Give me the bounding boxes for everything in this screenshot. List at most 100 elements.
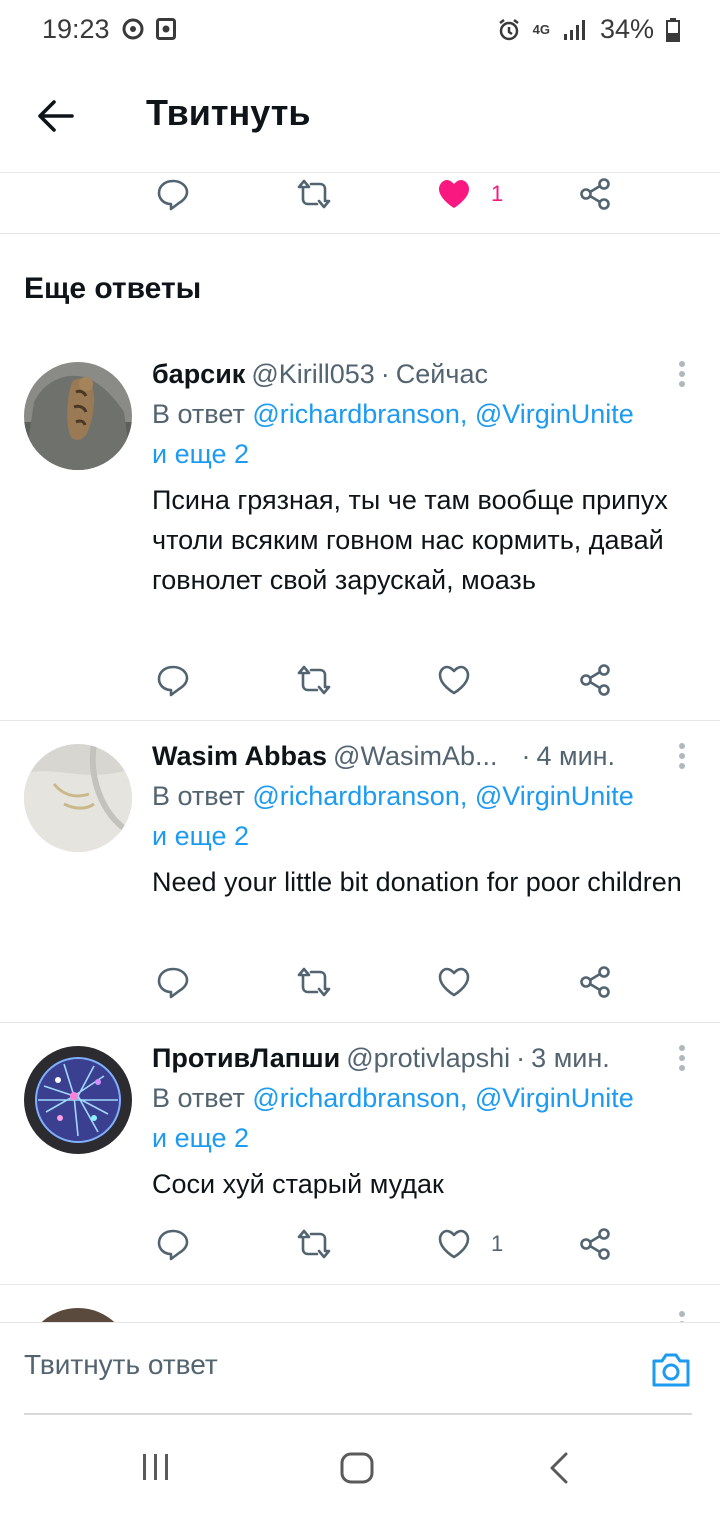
reply-time: 4 мин. [536, 741, 616, 771]
author-name[interactable]: ПротивЛапши [152, 1043, 340, 1073]
replying-to: В ответ @richardbranson, @VirginUnite и е… [152, 1078, 686, 1158]
camera-icon[interactable] [650, 1351, 692, 1389]
avatar[interactable] [24, 744, 132, 852]
separator-dot: · [516, 1043, 526, 1073]
replying-to-prefix: В ответ [152, 399, 253, 429]
signal-icon [563, 19, 585, 40]
more-options-icon[interactable] [678, 1044, 686, 1072]
mention-link[interactable]: @richardbranson, @VirginUnite [252, 781, 634, 811]
reply-button[interactable] [156, 656, 190, 704]
input-underline [24, 1413, 692, 1415]
reply-item[interactable]: Wasim Abbas @WasimAb... · 4 мин. В ответ @r… [0, 734, 720, 1022]
mention-link[interactable]: @richardbranson, @VirginUnite [252, 399, 634, 429]
reply-actions [0, 656, 720, 704]
avatar[interactable] [24, 1046, 132, 1154]
like-button[interactable]: 1 [437, 1220, 503, 1268]
retweet-button[interactable] [296, 656, 332, 704]
status-time: 19:23 [42, 14, 110, 44]
more-mentions-link[interactable]: и еще 2 [152, 439, 249, 469]
like-button[interactable]: 1 [437, 170, 503, 218]
back-arrow-icon[interactable] [34, 94, 78, 138]
reply-text: Need your little bit donation for poor c… [152, 867, 682, 897]
replying-to: В ответ @richardbranson, @VirginUnite и е… [152, 394, 686, 474]
divider [0, 720, 720, 721]
like-button[interactable] [437, 958, 491, 1006]
retweet-button[interactable] [296, 958, 332, 1006]
reply-actions: 1 [0, 1220, 720, 1268]
separator-dot: · [380, 359, 390, 389]
avatar[interactable] [24, 362, 132, 470]
photo-icon [156, 18, 176, 40]
reply-icon [157, 967, 189, 999]
more-options-icon[interactable] [678, 1310, 686, 1322]
retweet-icon [297, 665, 331, 695]
recent-apps-icon[interactable] [140, 1452, 172, 1482]
fabric-avatar-image [24, 744, 132, 852]
battery-icon [666, 17, 680, 42]
reply-time: Сейчас [395, 359, 488, 389]
retweet-button[interactable] [296, 1220, 332, 1268]
page-title: Твитнуть [146, 92, 311, 133]
heart-icon [438, 665, 470, 695]
more-mentions-link[interactable]: и еще 2 [152, 1123, 249, 1153]
share-icon [580, 966, 610, 998]
share-button[interactable] [578, 1220, 612, 1268]
reply-button[interactable] [156, 170, 190, 218]
share-button[interactable] [578, 170, 612, 218]
reply-icon [157, 665, 189, 697]
like-button[interactable] [437, 656, 491, 704]
more-options-icon[interactable] [678, 742, 686, 770]
like-count: 1 [491, 181, 504, 206]
author-name[interactable]: барсик [152, 359, 245, 389]
divider [0, 233, 720, 234]
reply-icon [157, 179, 189, 211]
mention-link[interactable]: @richardbranson, @VirginUnite [252, 1083, 634, 1113]
home-icon[interactable] [340, 1452, 374, 1484]
reply-item[interactable]: барсик @Kirill053 · Сейчас В ответ @richard… [0, 352, 720, 720]
reply-button[interactable] [156, 1220, 190, 1268]
reply-icon [157, 1229, 189, 1261]
alarm-icon [498, 18, 519, 40]
sphere-avatar-image [24, 1046, 132, 1154]
cat-avatar-image [24, 362, 132, 470]
author-name[interactable]: Wasim Abbas [152, 741, 327, 771]
tweet-actions: 1 [0, 170, 720, 218]
reply-input[interactable]: Твитнуть ответ [24, 1349, 218, 1381]
share-button[interactable] [578, 656, 612, 704]
heart-icon [438, 1229, 470, 1259]
partial-reply-item[interactable] [0, 1298, 720, 1322]
status-right: 4G 34% [497, 14, 680, 45]
reply-actions [0, 958, 720, 1006]
avatar[interactable] [24, 1308, 132, 1322]
replying-to-prefix: В ответ [152, 781, 253, 811]
share-icon [580, 1228, 610, 1260]
more-mentions-link[interactable]: и еще 2 [152, 821, 249, 851]
author-handle[interactable]: @protivlapshi [346, 1043, 510, 1073]
reply-text: Соси хуй старый мудак [152, 1169, 444, 1199]
section-title: Еще ответы [24, 272, 202, 305]
mask-icon [122, 18, 144, 40]
author-handle[interactable]: @WasimAb... [333, 741, 497, 771]
retweet-icon [297, 967, 331, 997]
share-button[interactable] [578, 958, 612, 1006]
author-handle[interactable]: @Kirill053 [251, 359, 374, 389]
reply-header: Wasim Abbas @WasimAb... · 4 мин. [152, 738, 686, 774]
retweet-button[interactable] [296, 170, 332, 218]
network-type: 4G [532, 22, 550, 37]
back-nav-icon[interactable] [548, 1452, 570, 1484]
reply-header: барсик @Kirill053 · Сейчас [152, 356, 686, 392]
reply-button[interactable] [156, 958, 190, 1006]
more-options-icon[interactable] [678, 360, 686, 388]
divider [0, 1284, 720, 1285]
replying-to: В ответ @richardbranson, @VirginUnite и е… [152, 776, 686, 856]
header: Твитнуть [0, 62, 720, 173]
share-icon [580, 664, 610, 696]
system-nav-bar [0, 1416, 720, 1520]
reply-header: ПротивЛапши @protivlapshi · 3 мин. [152, 1040, 686, 1076]
separator-dot: · [521, 741, 531, 771]
battery-percent: 34% [599, 14, 654, 44]
status-bar: 19:23 4G 34% [0, 0, 720, 62]
compose-bar: Твитнуть ответ [0, 1322, 720, 1415]
replying-to-prefix: В ответ [152, 1083, 253, 1113]
reply-item[interactable]: ПротивЛапши @protivlapshi · 3 мин. В ответ … [0, 1036, 720, 1284]
